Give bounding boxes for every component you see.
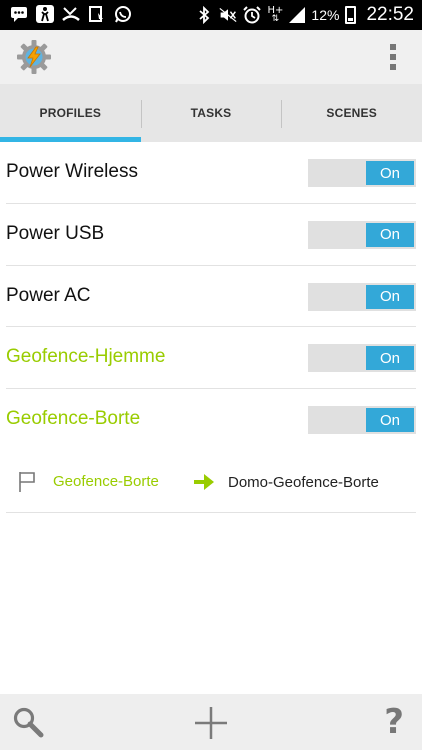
tab-tasks[interactable]: TASKS (140, 84, 282, 142)
search-icon[interactable] (12, 706, 44, 738)
toggle-on-label: On (366, 222, 414, 247)
overflow-menu-icon[interactable] (390, 44, 396, 70)
add-icon[interactable] (194, 706, 228, 740)
battery-percent: 12% (311, 7, 340, 23)
battery-icon (345, 6, 357, 24)
toggle-on-label: On (366, 346, 414, 371)
message-icon (10, 5, 28, 23)
missed-call-icon (62, 5, 80, 23)
context-name[interactable]: Geofence-Borte (53, 473, 159, 490)
profile-row-power-ac[interactable]: Power AC On (6, 266, 416, 328)
profile-toggle[interactable]: On (308, 282, 416, 311)
mute-icon (219, 6, 237, 24)
tab-bar: PROFILES TASKS SCENES (0, 84, 422, 142)
task-name[interactable]: Domo-Geofence-Borte (228, 474, 379, 491)
tab-scenes[interactable]: SCENES (281, 84, 422, 142)
bottom-bar: ? (0, 694, 422, 750)
profile-name: Power USB (6, 222, 105, 244)
profile-toggle[interactable]: On (308, 220, 416, 249)
tasker-gear-lightning-icon[interactable] (16, 39, 52, 75)
flag-icon[interactable] (18, 471, 36, 493)
profile-toggle[interactable]: On (308, 406, 416, 435)
profile-row-power-usb[interactable]: Power USB On (6, 204, 416, 266)
whatsapp-icon (114, 5, 132, 23)
toggle-on-label: On (366, 161, 414, 185)
alarm-icon (243, 6, 262, 24)
profile-name: Power Wireless (6, 161, 138, 182)
network-icon: H+ ⇅ (267, 5, 284, 24)
profile-list: Power Wireless On Power USB On Power AC … (0, 142, 422, 513)
help-icon[interactable]: ? (384, 702, 404, 742)
profile-name: Geofence-Hjemme (6, 346, 166, 368)
profile-row-geofence-hjemme[interactable]: Geofence-Hjemme On (6, 327, 416, 390)
bluetooth-icon (195, 6, 213, 24)
toggle-on-label: On (366, 408, 414, 433)
action-bar (0, 30, 422, 84)
signal-icon (289, 7, 306, 23)
profile-name: Power AC (6, 284, 91, 306)
profile-detail-row: Geofence-Borte Domo-Geofence-Borte (6, 451, 416, 513)
profile-name: Geofence-Borte (6, 408, 141, 430)
status-bar: H+ ⇅ 12% 22:52 (0, 0, 422, 30)
toggle-on-label: On (366, 284, 414, 309)
arrow-right-icon (194, 473, 214, 490)
profile-toggle[interactable]: On (308, 159, 416, 187)
tab-profiles[interactable]: PROFILES (0, 84, 141, 142)
download-icon (88, 5, 106, 23)
profile-row-geofence-borte[interactable]: Geofence-Borte On (6, 389, 416, 451)
profile-row-power-wireless[interactable]: Power Wireless On (6, 142, 416, 204)
accessibility-icon (36, 5, 54, 23)
clock: 22:52 (366, 4, 414, 25)
profile-toggle[interactable]: On (308, 344, 416, 373)
